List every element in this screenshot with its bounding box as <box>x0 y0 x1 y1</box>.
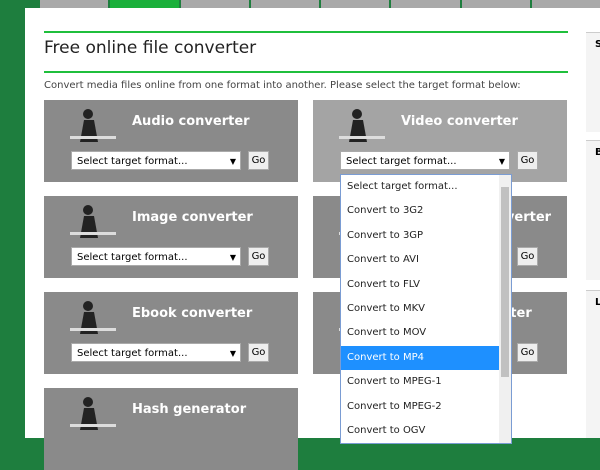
select-value: Select target format... <box>77 252 188 263</box>
go-button[interactable]: Go <box>248 247 269 266</box>
dropdown-option[interactable]: Convert to FLV <box>341 273 511 297</box>
nav-tab[interactable] <box>40 0 109 8</box>
sidebar-panel: L <box>586 290 600 438</box>
go-button[interactable]: Go <box>248 343 269 362</box>
target-format-select[interactable]: Select target format... ▼ <box>71 151 241 170</box>
top-nav <box>40 0 600 8</box>
page-title: Free online file converter <box>44 38 257 58</box>
converter-title: Ebook converter <box>132 306 253 321</box>
converter-title: Audio converter <box>132 114 250 129</box>
target-format-select[interactable]: Select target format... ▼ <box>71 247 241 266</box>
dropdown-option[interactable]: Convert to MOV <box>341 321 511 345</box>
select-value: Select target format... <box>77 156 188 167</box>
converter-panel: Ebook converter Select target format... ▼ … <box>44 292 298 374</box>
go-button[interactable]: Go <box>517 343 538 362</box>
format-dropdown-list[interactable]: Select target format... Convert to 3G2 Con… <box>340 174 512 444</box>
chevron-down-icon: ▼ <box>498 157 505 166</box>
scrollbar[interactable] <box>499 175 511 443</box>
scrollbar-thumb[interactable] <box>501 187 509 377</box>
dropdown-option[interactable]: Convert to MKV <box>341 297 511 321</box>
chevron-down-icon: ▼ <box>229 157 236 166</box>
nav-tab[interactable] <box>391 0 460 8</box>
sidebar-heading: B <box>595 147 600 158</box>
nav-tab[interactable] <box>531 0 600 8</box>
dropdown-option[interactable]: Convert to 3GP <box>341 224 511 248</box>
converter-title: Video converter <box>401 114 518 129</box>
divider <box>44 31 568 33</box>
target-format-select[interactable]: Select target format... ▼ <box>340 151 510 170</box>
dropdown-option[interactable]: Convert to 3G2 <box>341 199 511 223</box>
converter-icon <box>339 109 385 142</box>
dropdown-option[interactable]: Convert to MPEG-2 <box>341 395 511 419</box>
converter-panel: Audio converter Select target format... ▼ … <box>44 100 298 182</box>
converter-panel: Video converter Select target format... ▼ … <box>313 100 567 182</box>
converter-panel: Image converter Select target format... ▼ … <box>44 196 298 278</box>
chevron-down-icon: ▼ <box>229 253 236 262</box>
go-button[interactable]: Go <box>517 151 538 170</box>
go-button[interactable]: Go <box>248 151 269 170</box>
nav-tab[interactable] <box>461 0 530 8</box>
select-value: Select target format... <box>77 348 188 359</box>
converter-icon <box>70 397 116 430</box>
converter-icon <box>70 301 116 334</box>
converter-title: Hash generator <box>132 402 247 417</box>
sidebar-heading: L <box>595 297 600 308</box>
nav-tab[interactable] <box>250 0 319 8</box>
dropdown-option[interactable]: Select target format... <box>341 175 511 199</box>
dropdown-option[interactable]: Convert to AVI <box>341 248 511 272</box>
sidebar-heading: S <box>595 39 600 50</box>
divider <box>44 71 568 73</box>
sidebar-panel: S <box>586 32 600 132</box>
chevron-down-icon: ▼ <box>229 349 236 358</box>
converter-panel: Hash generator <box>44 388 298 470</box>
description: Convert media files online from one form… <box>44 80 521 91</box>
nav-tab-active[interactable] <box>110 0 179 8</box>
nav-tab[interactable] <box>180 0 249 8</box>
target-format-select[interactable]: Select target format... ▼ <box>71 343 241 362</box>
select-value: Select target format... <box>346 156 457 167</box>
nav-tab[interactable] <box>321 0 390 8</box>
go-button[interactable]: Go <box>517 247 538 266</box>
converter-icon <box>70 205 116 238</box>
dropdown-option[interactable]: Convert to OGV <box>341 419 511 443</box>
sidebar-panel: B <box>586 140 600 280</box>
dropdown-option[interactable]: Convert to MPEG-1 <box>341 370 511 394</box>
converter-title: Image converter <box>132 210 253 225</box>
converter-icon <box>70 109 116 142</box>
dropdown-option[interactable]: Convert to MP4 <box>341 345 511 371</box>
